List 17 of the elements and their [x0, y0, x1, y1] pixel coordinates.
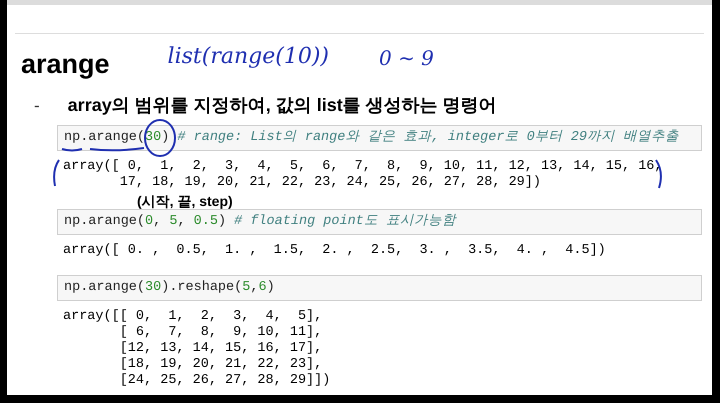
bullet-marker: - — [34, 94, 40, 117]
code-output-line: [24, 25, 26, 27, 28, 29]]) — [118, 373, 330, 389]
annotation-text: (시작, 끝, step) — [137, 193, 233, 209]
code-input-cell[interactable]: np.arange(0, 5, 0.5) # floating point도 표시가능함 — [57, 209, 702, 235]
handwritten-note: list(range(10)) — [168, 46, 329, 68]
slide-title: arange — [21, 51, 110, 78]
handwritten-note: 0 ~ 9 — [378, 48, 434, 68]
code-output-line: 17, 18, 19, 20, 21, 22, 23, 24, 25, 26, 27, 28, 29]) — [118, 175, 541, 191]
code-input-cell[interactable]: np.arange(30).reshape(5,6) — [57, 275, 702, 301]
code-output-line: [18, 19, 20, 21, 22, 23], — [118, 357, 322, 373]
code-output-line: [ 6, 7, 8, 9, 10, 11], — [118, 325, 322, 341]
code-output-line: array([ 0, 1, 2, 3, 4, 5, 6, 7, 8, 9, 10, 11, 12, 13, 14, 15, 16, — [63, 159, 662, 175]
code-input-cell[interactable]: np.arange(30) # range: List의 range와 같은 효과, integer로 0부터 29까지 배열추출 — [57, 125, 702, 151]
code-output-line: [12, 13, 14, 15, 16, 17], — [118, 341, 322, 357]
code-output-line: array([ 0. , 0.5, 1. , 1.5, 2. , 2.5, 3. , 3.5, 4. , 4.5]) — [63, 243, 606, 259]
bullet-text: array의 범위를 지정하여, 값의 list를 생성하는 명령어 — [68, 94, 497, 117]
code-output-line: array([[ 0, 1, 2, 3, 4, 5], — [63, 309, 322, 325]
